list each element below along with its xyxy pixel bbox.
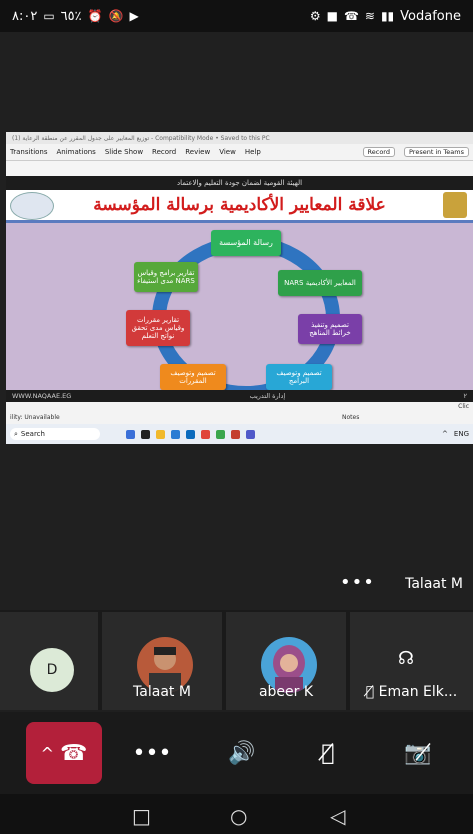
search-icon: ⌕ [14,429,18,438]
chevron-up-icon: ^ [442,430,448,438]
present-in-teams-button: Present in Teams [403,147,469,157]
notification-icon: ■ [326,9,338,23]
app-icon [126,429,135,439]
recent-apps-button[interactable]: □ [132,804,151,828]
speaker-more-button[interactable]: ••• [340,572,375,593]
speaker-button[interactable]: 🔊 [204,722,280,784]
hang-up-icon: ☎ [60,740,88,766]
avatar: D [30,648,74,692]
slide-title: علاقة المعايير الأكاديمية برسالة المؤسسة [93,195,386,215]
system-tray: ^ ENG [442,430,469,438]
cycle-box: تقارير برامج وقياس مدى استيفاء NARS [134,262,198,292]
participant-strip: D Talaat M abeer K ☊ 🎙̸ Eman Elk... [0,610,473,710]
footer-url: WWW.NAQAAE.EG [12,392,72,400]
naqaae-logo [10,192,54,220]
status-bar: ٨:٠٢ ▭ ٦٥٪ ⏰ 🔕 ▶ ⚙ ■ ☎ ≋ ▮▮ Vodafone [0,0,473,32]
app-icon [201,429,210,439]
android-nav-bar: □ ○ ◁ [0,794,473,834]
record-button: Record [362,147,395,157]
participant-tile[interactable]: D [0,612,98,710]
battery-icon: ▭ [43,9,55,23]
taskbar-search: ⌕ Search [10,428,100,440]
participant-tile[interactable]: ☊ 🎙̸ Eman Elk... [350,612,473,710]
more-options-button[interactable]: ••• [114,722,190,784]
alarm-icon: ⏰ [87,9,103,23]
accessibility-status: ility: Unavailable [10,414,60,421]
home-button[interactable]: ○ [230,804,247,828]
participant-name: Talaat M [133,684,191,700]
participant-name: 🎙̸ Eman Elk... [365,684,458,700]
slide-header: الهيئة القومية لضمان جودة التعليم والاعت… [6,176,473,190]
chevron-up-icon: ^ [40,743,54,763]
camera-toggle-button[interactable]: 📷̸ [380,722,456,784]
call-controls: ^ ☎ ••• 🔊 🎙̸ 📷̸ [0,712,473,794]
mute-icon: 🔕 [108,9,124,23]
ppt-status-bar: ility: Unavailable Notes Clic [6,402,473,424]
search-label: Search [20,430,45,438]
app-icon [141,429,150,439]
ribbon-tab: Slide Show [104,148,144,156]
participant-name: abeer K [258,684,314,700]
battery-text: ٦٥٪ [60,8,82,24]
footer-page: ٢ [463,392,467,400]
folder-icon [156,429,165,439]
carrier-text: Vodafone [400,8,461,24]
camera-off-icon: 📷̸ [404,740,432,766]
cycle-box: تصميم وتوصيف البرامج [266,364,332,390]
app-icon [171,429,180,439]
cycle-box: رسالة المؤسسة [211,230,281,256]
egypt-emblem [443,192,467,218]
participant-tile[interactable]: abeer K [226,612,346,710]
cycle-box: تصميم وتنفيذ خرائط المناهج [298,314,362,344]
lang-label: ENG [453,430,469,438]
cycle-box: تصميم وتوصيف المقررات [160,364,226,390]
speaker-name: Talaat M [405,576,463,592]
app-icon [186,429,195,439]
wifi-icon: ≋ [364,9,375,23]
teams-icon [246,429,255,439]
windows-taskbar: ⌕ Search ^ ENG [6,424,473,444]
speaker-icon: 🔊 [228,740,256,766]
slide: الهيئة القومية لضمان جودة التعليم والاعت… [6,176,473,402]
mic-toggle-button[interactable]: 🎙̸ [290,722,366,784]
time-text: ٨:٠٢ [12,8,38,24]
click-hint: Clic [458,403,469,410]
back-button[interactable]: ◁ [330,804,345,828]
chrome-icon [216,429,225,439]
ribbon-tab: Help [244,148,261,156]
app-icon: ⚙ [309,9,321,23]
participant-tile[interactable]: Talaat M [102,612,222,710]
ribbon-tab: Review [185,148,211,156]
ppt-ribbon: Transitions Animations Slide Show Record… [6,144,473,161]
cycle-box: تقارير مقررات وقياس مدى تحقق نواتج التعل… [126,310,190,346]
shared-screen: توزيع المعايير على جدول المقرر عن منطقة … [6,132,473,444]
headset-icon: ☊ [398,648,414,669]
notes-label: Notes [342,414,360,421]
cast-icon: ▶ [129,9,139,23]
ribbon-tab: Animations [56,148,96,156]
mic-off-icon: 🎙̸ [321,740,335,766]
slide-title-bar: علاقة المعايير الأكاديمية برسالة المؤسسة [6,190,473,223]
ribbon-tab: Transitions [10,148,48,156]
powerpoint-icon [231,429,240,439]
footer-center: إدارة التدريب [249,392,286,400]
ribbon-tab: Record [152,148,177,156]
mic-off-icon: 🎙̸ [365,684,375,700]
ppt-title-bar: توزيع المعايير على جدول المقرر عن منطقة … [6,132,473,144]
phone-icon: ☎ [343,9,359,23]
end-call-button[interactable]: ^ ☎ [26,722,102,784]
cycle-box: NARS المعايير الأكاديمية [278,270,362,296]
slide-footer: WWW.NAQAAE.EG إدارة التدريب ٢ [6,390,473,402]
signal-icon: ▮▮ [380,9,395,23]
ribbon-tab: View [219,148,236,156]
taskbar-apps [126,429,255,439]
